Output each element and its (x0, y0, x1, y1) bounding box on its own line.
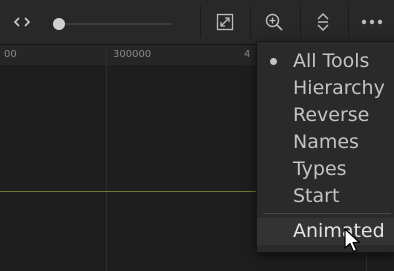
zoom-in-icon (265, 13, 283, 31)
fit-view-icon (216, 13, 234, 31)
toolbar-divider (200, 6, 201, 38)
code-brackets-icon (13, 17, 31, 27)
ruler-label: 00 (4, 49, 17, 60)
menu-item-label: Hierarchy (293, 77, 385, 99)
menu-item-label: Start (293, 185, 340, 207)
selected-bullet-icon (270, 58, 277, 65)
more-options-button[interactable] (350, 7, 394, 37)
menu-item-animated[interactable]: Animated (257, 218, 394, 245)
ruler-label: 300000 (113, 49, 152, 60)
code-brackets-button[interactable] (0, 7, 44, 37)
toolbar-divider (348, 6, 349, 38)
fit-view-button[interactable] (203, 7, 247, 37)
zoom-slider-track[interactable] (60, 23, 172, 25)
zoom-slider-thumb[interactable] (53, 18, 65, 30)
menu-item-start[interactable]: Start (257, 183, 394, 210)
menu-item-reverse[interactable]: Reverse (257, 102, 394, 129)
menu-item-label: Types (293, 158, 347, 180)
ruler-label: 4 (244, 49, 251, 60)
options-menu: All Tools Hierarchy Reverse Names Types … (256, 41, 394, 253)
menu-item-all-tools[interactable]: All Tools (257, 48, 394, 75)
menu-item-types[interactable]: Types (257, 156, 394, 183)
expand-vertical-icon (317, 12, 329, 32)
graph-toolbar (0, 0, 394, 45)
mouse-cursor-icon (344, 228, 361, 253)
menu-separator (263, 213, 391, 214)
menu-item-hierarchy[interactable]: Hierarchy (257, 75, 394, 102)
zoom-button[interactable] (252, 7, 296, 37)
expand-vertical-button[interactable] (301, 7, 345, 37)
grid-line (106, 45, 107, 271)
menu-item-names[interactable]: Names (257, 129, 394, 156)
menu-item-label: Names (293, 131, 359, 153)
toolbar-divider (250, 6, 251, 38)
spline-curve[interactable] (0, 191, 262, 192)
more-options-icon (361, 19, 383, 25)
menu-item-label: Animated (293, 220, 385, 242)
menu-item-label: Reverse (293, 104, 370, 126)
menu-item-label: All Tools (293, 50, 370, 72)
